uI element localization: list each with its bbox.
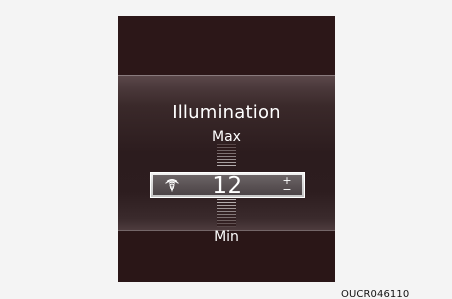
value-bar: 12 + −	[153, 173, 302, 199]
slider-track-lower-fade	[217, 199, 236, 227]
value-stepper[interactable]: + −	[281, 175, 293, 195]
cluster-display: Illumination Max 12 + − Min	[118, 16, 335, 282]
manual-figure: Illumination Max 12 + − Min OUCR046110	[0, 0, 452, 299]
min-label: Min	[214, 229, 239, 245]
display-top-band	[118, 16, 335, 75]
slider-track-upper-fade	[217, 144, 236, 168]
max-label: Max	[212, 129, 241, 145]
decrement-button[interactable]: −	[281, 184, 293, 195]
figure-caption: OUCR046110	[341, 289, 410, 299]
page-title: Illumination	[172, 102, 281, 123]
illumination-value-control[interactable]: 12 + −	[150, 172, 305, 199]
illumination-value: 12	[212, 173, 243, 199]
